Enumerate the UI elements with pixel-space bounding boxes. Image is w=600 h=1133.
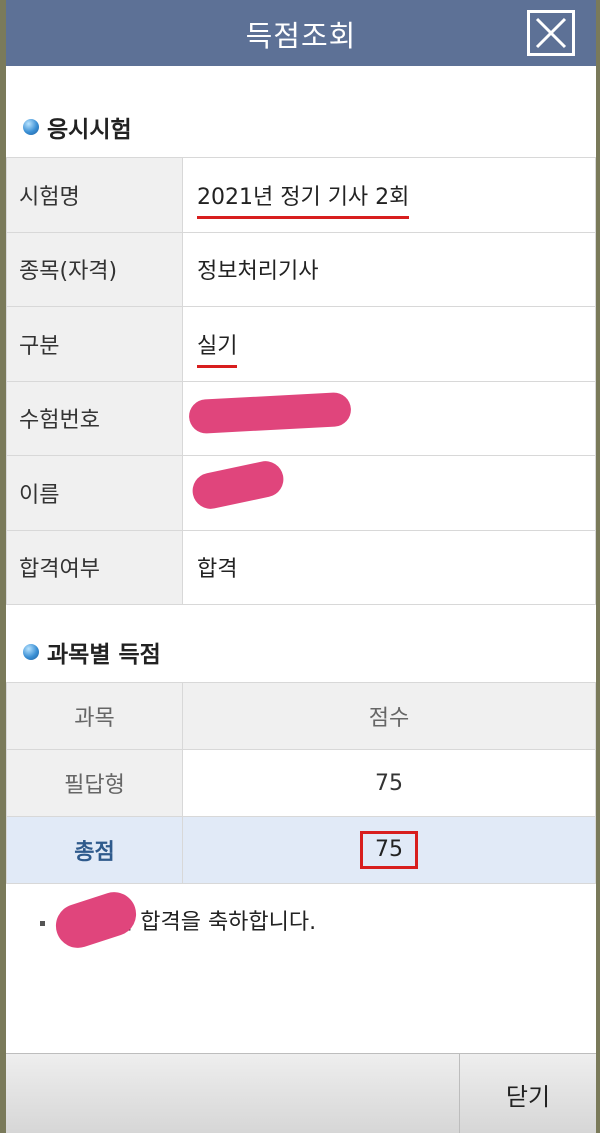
exam-name-value: 2021년 정기 기사 2회 [197,184,410,219]
exam-name-cell: 2021년 정기 기사 2회 [182,157,596,233]
total-score-value: 75 [360,831,418,869]
exam-section-title: 응시시험 [47,117,132,143]
bullet-dot-icon [40,920,45,926]
table-row: 시험명 2021년 정기 기사 2회 [6,157,596,233]
pass-status-value: 합격 [182,529,596,605]
bottom-button-bar: 닫기 [6,1053,596,1133]
score-section-header: 과목별 득점 [23,636,161,668]
category-cell: 실기 [182,306,596,382]
pass-status-label: 합격여부 [6,529,183,605]
table-header-row: 과목 점수 [6,682,596,750]
close-text-button[interactable]: 닫기 [459,1054,596,1133]
exam-info-table: 시험명 2021년 정기 기사 2회 종목(자격) 정보처리기사 구분 실기 수… [6,157,596,605]
exam-number-label: 수험번호 [6,380,183,456]
table-row: 이름 [6,455,596,531]
total-label: 총점 [6,816,183,884]
close-x-icon [535,17,567,49]
title-bar: 득점조회 [6,0,596,66]
exam-section-header: 응시시험 [23,111,132,143]
message-name-redaction [50,886,142,954]
subject-name: 필답형 [6,749,183,817]
name-label: 이름 [6,455,183,531]
table-row: 필답형 75 [6,749,596,817]
category-value: 실기 [197,333,238,368]
qualification-value: 정보처리기사 [182,231,596,307]
subject-column-header: 과목 [6,682,183,750]
table-row: 종목(자격) 정보처리기사 [6,231,596,307]
category-label: 구분 [6,306,183,382]
score-column-header: 점수 [182,682,596,750]
exam-name-label: 시험명 [6,157,183,233]
score-section-title: 과목별 득점 [47,642,161,668]
message-text: 님 합격을 축하합니다. [113,910,317,935]
total-score-cell: 75 [182,816,596,884]
total-row: 총점 75 [6,816,596,884]
bullet-icon [23,119,39,135]
qualification-label: 종목(자격) [6,231,183,307]
bullet-icon [23,644,39,660]
table-row: 구분 실기 [6,306,596,382]
close-button[interactable] [527,10,575,56]
subject-score: 75 [182,749,596,817]
table-row: 합격여부 합격 [6,529,596,605]
dialog-title: 득점조회 [245,19,357,53]
score-table: 과목 점수 필답형 75 총점 75 [6,682,596,884]
score-lookup-dialog: 득점조회 응시시험 시험명 2021년 정기 기사 2회 종목(자격) 정보처리… [6,0,596,1133]
